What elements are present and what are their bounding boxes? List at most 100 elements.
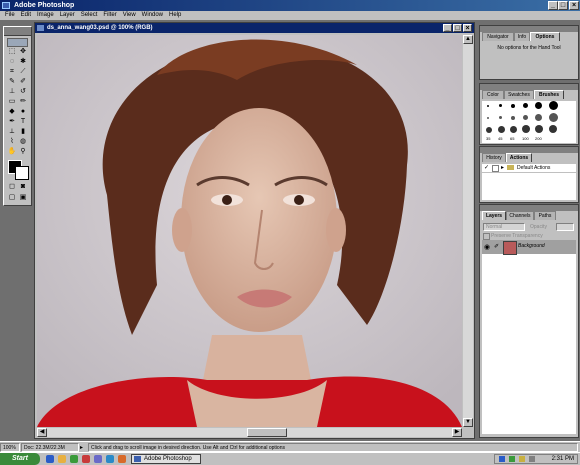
pencil-tool-icon[interactable]: ✏ (18, 97, 28, 106)
tray-icon[interactable] (519, 456, 525, 462)
opacity-field[interactable] (556, 223, 574, 231)
expand-triangle-icon[interactable]: ▸ (501, 164, 504, 171)
brush-tip[interactable] (499, 104, 502, 107)
action-set-row[interactable]: ✓ ▸ Default Actions (482, 164, 576, 173)
layer-row[interactable]: ◉ ✐ Background (482, 240, 576, 255)
menu-edit[interactable]: Edit (18, 11, 34, 20)
doc-close-button[interactable]: × (463, 24, 472, 32)
menu-select[interactable]: Select (78, 11, 101, 20)
quick-launch-icon[interactable] (82, 455, 90, 463)
standard-screen-mode-icon[interactable]: ▢ (7, 193, 17, 202)
quick-launch-icon[interactable] (118, 455, 126, 463)
close-button[interactable]: × (569, 1, 579, 10)
quick-launch-icon[interactable] (46, 455, 54, 463)
blend-mode-select[interactable]: Normal (483, 223, 525, 231)
airbrush-tool-icon[interactable]: ✎ (7, 77, 17, 86)
tab-channels[interactable]: Channels (506, 211, 534, 220)
hand-tool-icon[interactable]: ✋ (7, 147, 17, 156)
doc-size[interactable]: Doc: 22.3M/22.3M (21, 443, 79, 452)
brush-tip[interactable] (523, 115, 528, 120)
brush-tip[interactable] (487, 105, 489, 107)
tab-brushes[interactable]: Brushes (534, 90, 564, 99)
scroll-left-arrow-icon[interactable]: ◀ (37, 428, 47, 437)
paint-bucket-tool-icon[interactable]: ◍ (18, 137, 28, 146)
brush-tip[interactable] (511, 116, 515, 120)
tab-paths[interactable]: Paths (534, 211, 556, 220)
brush-tip[interactable] (523, 103, 528, 108)
scroll-up-arrow-icon[interactable]: ▲ (463, 35, 473, 44)
pen-tool-icon[interactable]: ✒ (7, 117, 17, 126)
doc-minimize-button[interactable]: _ (443, 24, 452, 32)
quick-mask-off-icon[interactable]: ◻ (7, 182, 17, 191)
menu-image[interactable]: Image (34, 11, 57, 20)
menu-file[interactable]: File (2, 11, 18, 20)
scroll-down-arrow-icon[interactable]: ▼ (463, 418, 473, 427)
measure-tool-icon[interactable]: ⟂ (7, 127, 17, 136)
horizontal-scrollbar[interactable]: ◀ ▶ (37, 428, 462, 437)
menu-layer[interactable]: Layer (57, 11, 78, 20)
move-tool-icon[interactable]: ✥ (18, 47, 28, 56)
crop-tool-icon[interactable]: ⌗ (7, 67, 17, 76)
tab-navigator[interactable]: Navigator (482, 32, 514, 41)
tab-history[interactable]: History (482, 153, 506, 162)
vertical-scrollbar[interactable]: ▲ ▼ (463, 35, 473, 427)
brush-tip[interactable] (487, 117, 489, 119)
eye-icon[interactable]: ◉ (484, 243, 490, 251)
clock[interactable]: 2:31 PM (552, 456, 574, 462)
horizontal-scroll-thumb[interactable] (247, 428, 287, 437)
brush-tip[interactable] (549, 101, 558, 110)
toolbox-title-bar[interactable] (4, 27, 31, 36)
gradient-tool-icon[interactable]: ▮ (18, 127, 28, 136)
brush-tip[interactable] (511, 104, 515, 108)
menu-help[interactable]: Help (166, 11, 184, 20)
zoom-tool-icon[interactable]: ⚲ (18, 147, 28, 156)
slice-tool-icon[interactable]: ⟋ (18, 67, 28, 76)
menu-filter[interactable]: Filter (100, 11, 119, 20)
tab-layers[interactable]: Layers (482, 211, 506, 220)
brush-tip[interactable] (498, 126, 505, 133)
magic-wand-tool-icon[interactable]: ✱ (18, 57, 28, 66)
history-brush-tool-icon[interactable]: ↺ (18, 87, 28, 96)
tray-icon[interactable] (499, 456, 505, 462)
eyedropper-tool-icon[interactable]: ⌇ (7, 137, 17, 146)
document-title-bar[interactable]: ds_anna_wang03.psd @ 100% (RGB) _ □ × (35, 23, 474, 33)
tab-info[interactable]: Info (514, 32, 530, 41)
status-arrow-icon[interactable]: ▸ (80, 444, 83, 451)
quick-launch-icon[interactable] (58, 455, 66, 463)
type-tool-icon[interactable]: T (18, 117, 28, 126)
preserve-transparency-checkbox[interactable] (483, 233, 490, 240)
brush-tool-icon[interactable]: ✐ (18, 77, 28, 86)
marquee-tool-icon[interactable]: ⬚ (7, 47, 17, 56)
check-icon[interactable]: ✓ (484, 164, 489, 171)
tab-swatches[interactable]: Swatches (504, 90, 534, 99)
maximize-button[interactable]: □ (558, 1, 568, 10)
dodge-tool-icon[interactable]: ● (18, 107, 28, 116)
quick-mask-on-icon[interactable]: ◙ (18, 182, 28, 191)
image-canvas[interactable] (37, 35, 462, 427)
menu-view[interactable]: View (120, 11, 139, 20)
scroll-right-arrow-icon[interactable]: ▶ (452, 428, 462, 437)
brush-tip[interactable] (535, 102, 542, 109)
eraser-tool-icon[interactable]: ▭ (7, 97, 17, 106)
tab-color[interactable]: Color (482, 90, 504, 99)
tray-icon[interactable] (509, 456, 515, 462)
brush-tip[interactable] (535, 125, 543, 133)
quick-launch-icon[interactable] (70, 455, 78, 463)
brush-tip[interactable] (510, 126, 517, 133)
brush-tip[interactable] (549, 113, 558, 122)
volume-icon[interactable] (529, 456, 535, 462)
taskbar-button-photoshop[interactable]: Adobe Photoshop (131, 454, 201, 464)
start-button[interactable]: Start (0, 453, 40, 465)
brush-tip[interactable] (549, 125, 557, 133)
tab-options[interactable]: Options (530, 32, 560, 41)
doc-maximize-button[interactable]: □ (453, 24, 462, 32)
full-screen-mode-icon[interactable]: ▣ (18, 193, 28, 202)
quick-launch-icon[interactable] (106, 455, 114, 463)
blur-tool-icon[interactable]: ◆ (7, 107, 17, 116)
brush-grid[interactable]: 35 45 65 100 200 (482, 101, 576, 143)
tab-actions[interactable]: Actions (506, 153, 532, 162)
brush-tip[interactable] (486, 127, 492, 133)
brush-tip[interactable] (499, 116, 502, 119)
zoom-level[interactable]: 100% (0, 443, 20, 452)
quick-launch-icon[interactable] (94, 455, 102, 463)
